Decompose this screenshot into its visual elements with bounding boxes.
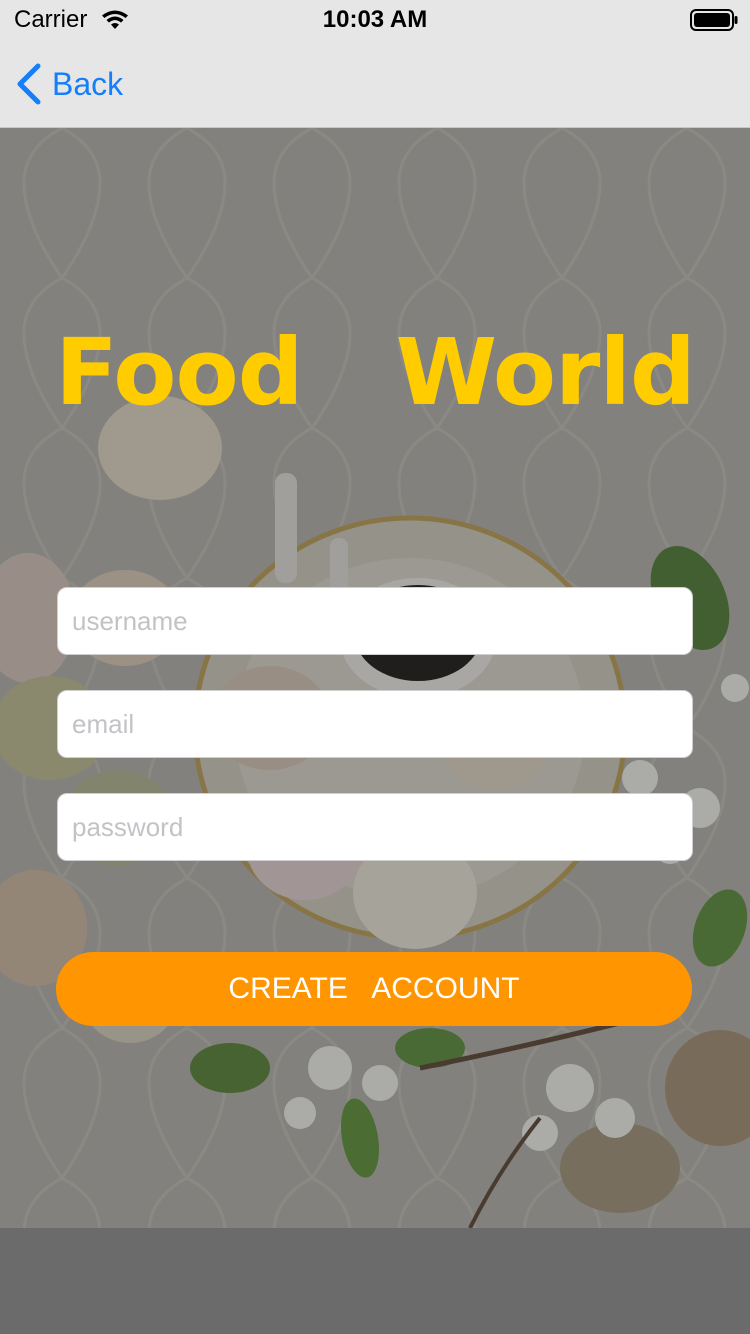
status-bar: Carrier 10:03 AM [0,0,750,40]
email-field[interactable] [57,690,693,758]
chevron-left-icon [17,63,41,105]
battery-icon [690,9,738,31]
username-field[interactable] [57,587,693,655]
status-time: 10:03 AM [322,6,428,33]
bottom-area [0,1228,750,1334]
create-account-button[interactable]: CREATE ACCOUNT [56,952,692,1026]
app-title: Food World [55,319,696,426]
navigation-bar: Back [0,40,750,128]
signup-screen: Food World CREATE ACCOUNT [0,128,750,1228]
password-field[interactable] [57,793,693,861]
back-button[interactable]: Back [14,60,123,108]
background-dim-overlay [0,128,750,1228]
back-label: Back [52,66,124,102]
